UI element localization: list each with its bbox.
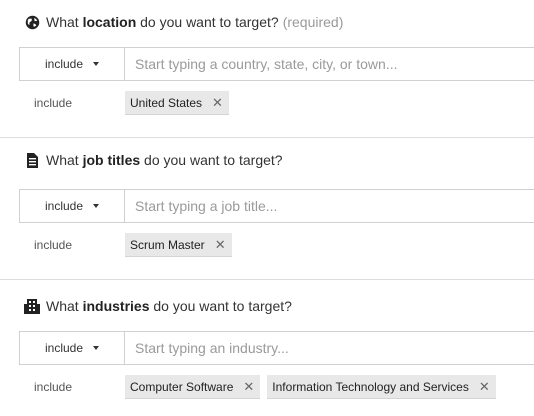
select-value: include [44,341,84,355]
job-titles-input-row: include [19,189,534,223]
job-titles-section: What job titles do you want to target? i… [0,138,534,279]
heading-prefix: What [46,14,83,30]
location-input-row: include [19,47,534,81]
location-tag-row: include United States ✕ [34,91,236,115]
location-section: What location do you want to target? (req… [0,0,534,137]
location-tag: United States ✕ [125,91,229,115]
caret-down-icon [93,204,100,208]
select-value: include [44,199,84,213]
building-icon [24,298,40,314]
tag-text: Scrum Master [130,237,205,252]
caret-down-icon [93,346,100,350]
industry-tag: Computer Software ✕ [125,375,261,399]
industries-include-select[interactable]: include [20,332,125,364]
tag-text: United States [130,95,203,110]
remove-tag-icon[interactable]: ✕ [215,238,226,251]
remove-tag-icon[interactable]: ✕ [479,380,490,393]
industry-tag: Information Technology and Services ✕ [267,375,496,399]
location-search-input[interactable] [125,48,534,80]
tag-text: Information Technology and Services [272,379,469,394]
tag-row-label: include [34,238,73,252]
job-titles-tag-row: include Scrum Master ✕ [34,233,239,257]
industries-section: What industries do you want to target? i… [0,280,534,416]
industries-tag-row: include Computer Software ✕ Information … [34,375,503,399]
job-title-tag: Scrum Master ✕ [125,233,232,257]
required-note: (required) [282,14,344,30]
job-titles-search-input[interactable] [125,190,534,222]
industries-search-input[interactable] [125,332,534,364]
job-titles-heading: What job titles do you want to target? [24,150,283,170]
heading-prefix: What [46,298,83,314]
tag-text: Computer Software [130,379,234,394]
heading-keyword: job titles [82,152,141,168]
location-include-select[interactable]: include [20,48,125,80]
location-heading: What location do you want to target? (req… [24,12,343,32]
heading-keyword: location [82,14,137,30]
heading-suffix: do you want to target? [136,14,279,30]
select-value: include [44,57,84,71]
heading-prefix: What [46,152,83,168]
heading-suffix: do you want to target? [140,152,283,168]
heading-suffix: do you want to target? [149,298,292,314]
industries-input-row: include [19,331,534,365]
tag-row-label: include [34,96,73,110]
globe-icon [24,14,40,30]
industries-heading: What industries do you want to target? [24,296,292,316]
remove-tag-icon[interactable]: ✕ [212,96,223,109]
job-titles-include-select[interactable]: include [20,190,125,222]
caret-down-icon [93,62,100,66]
remove-tag-icon[interactable]: ✕ [243,380,254,393]
tag-row-label: include [34,380,73,394]
document-icon [24,152,40,168]
heading-keyword: industries [82,298,150,314]
